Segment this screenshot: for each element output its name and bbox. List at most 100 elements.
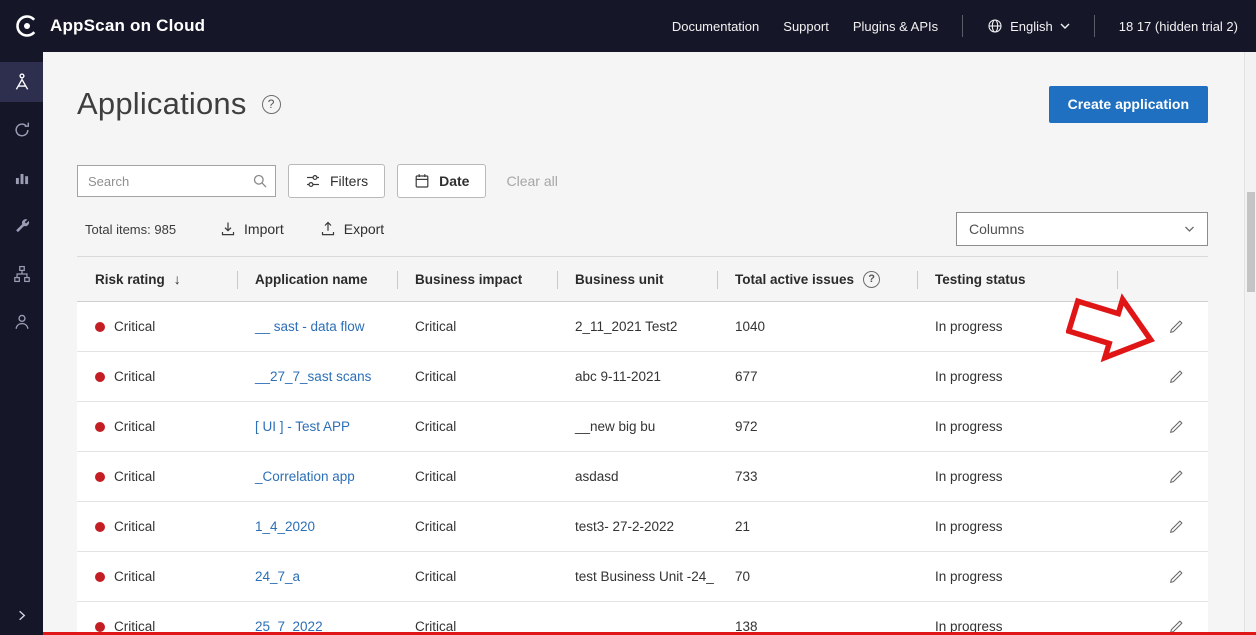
risk-rating-value: Critical <box>114 369 155 384</box>
import-button[interactable]: Import <box>220 221 284 237</box>
column-header-business-unit[interactable]: Business unit <box>557 257 717 301</box>
total-items-label: Total items: 985 <box>85 222 176 237</box>
create-application-button[interactable]: Create application <box>1049 86 1208 123</box>
table-row: Critical 1_4_2020 Critical test3- 27-2-2… <box>77 502 1208 552</box>
sort-desc-icon[interactable]: ↓ <box>174 271 181 287</box>
header-label: Total active issues <box>735 272 854 287</box>
globe-icon <box>987 18 1003 34</box>
list-toolbar: Total items: 985 Import Export Columns <box>43 212 1244 246</box>
chevron-down-icon <box>1060 22 1070 30</box>
sidebar-item-organization[interactable] <box>0 254 43 294</box>
column-header-business-impact[interactable]: Business impact <box>397 257 557 301</box>
filter-toolbar: Filters Date Clear all <box>77 164 558 198</box>
testing-status-value: In progress <box>917 502 1117 551</box>
column-header-application-name[interactable]: Application name <box>237 257 397 301</box>
edit-pencil-icon[interactable] <box>1168 519 1184 535</box>
export-button[interactable]: Export <box>320 221 384 237</box>
critical-dot <box>95 372 105 382</box>
business-impact-value: Critical <box>397 302 557 351</box>
risk-rating-value: Critical <box>114 469 155 484</box>
applications-table: Risk rating ↓ Application name Business … <box>77 256 1208 635</box>
business-impact-value: Critical <box>397 552 557 601</box>
wrench-icon <box>13 217 31 235</box>
table-row: Critical _Correlation app Critical asdas… <box>77 452 1208 502</box>
application-link[interactable]: [ UI ] - Test APP <box>255 419 350 434</box>
help-icon[interactable]: ? <box>863 271 880 288</box>
calendar-icon <box>414 173 430 189</box>
main-content: Applications ? Create application Filter… <box>43 52 1244 635</box>
topbar-link-documentation[interactable]: Documentation <box>672 19 759 34</box>
language-selector[interactable]: English <box>987 18 1070 34</box>
filter-sliders-icon <box>305 173 321 189</box>
edit-pencil-icon[interactable] <box>1168 369 1184 385</box>
header-label: Business unit <box>575 272 664 287</box>
business-unit-value: 2_11_2021 Test2 <box>557 302 717 351</box>
topbar-link-plugins-apis[interactable]: Plugins & APIs <box>853 19 938 34</box>
vertical-scrollbar[interactable] <box>1244 52 1256 635</box>
chevron-right-icon <box>14 608 29 623</box>
help-icon[interactable]: ? <box>262 95 281 114</box>
business-unit-value: test3- 27-2-2022 <box>557 502 717 551</box>
header-label: Testing status <box>935 272 1026 287</box>
sidebar-item-profile[interactable] <box>0 302 43 342</box>
search-box <box>77 165 276 197</box>
edit-pencil-icon[interactable] <box>1168 569 1184 585</box>
application-link[interactable]: __27_7_sast scans <box>255 369 371 384</box>
filters-button[interactable]: Filters <box>288 164 385 198</box>
sidebar-item-applications[interactable] <box>0 62 43 102</box>
column-header-total-active-issues[interactable]: Total active issues ? <box>717 257 917 301</box>
business-unit-value: asdasd <box>557 452 717 501</box>
date-button[interactable]: Date <box>397 164 486 198</box>
testing-status-value: In progress <box>917 402 1117 451</box>
sidebar-item-fix-tools[interactable] <box>0 206 43 246</box>
columns-dropdown[interactable]: Columns <box>956 212 1208 246</box>
business-impact-value: Critical <box>397 402 557 451</box>
columns-label: Columns <box>969 221 1024 237</box>
application-link[interactable]: __ sast - data flow <box>255 319 365 334</box>
brand-title: AppScan on Cloud <box>50 16 205 36</box>
header-label: Business impact <box>415 272 522 287</box>
critical-dot <box>95 422 105 432</box>
risk-rating-value: Critical <box>114 319 155 334</box>
business-unit-value: __new big bu <box>557 402 717 451</box>
total-issues-value: 138 <box>717 602 917 635</box>
topbar-link-support[interactable]: Support <box>783 19 829 34</box>
business-unit-value: abc 9-11-2021 <box>557 352 717 401</box>
sidebar-item-scans[interactable] <box>0 110 43 150</box>
sidebar-expand-button[interactable] <box>0 608 43 623</box>
business-unit-value <box>557 602 717 635</box>
edit-pencil-icon[interactable] <box>1168 469 1184 485</box>
total-issues-value: 21 <box>717 502 917 551</box>
clear-all-button[interactable]: Clear all <box>506 173 557 189</box>
application-link[interactable]: 1_4_2020 <box>255 519 315 534</box>
total-issues-value: 677 <box>717 352 917 401</box>
risk-rating-value: Critical <box>114 419 155 434</box>
page-header: Applications ? Create application <box>77 82 1208 126</box>
edit-pencil-icon[interactable] <box>1168 319 1184 335</box>
import-label: Import <box>244 221 284 237</box>
page-title: Applications <box>77 86 247 122</box>
table-header-row: Risk rating ↓ Application name Business … <box>77 256 1208 302</box>
table-row: Critical [ UI ] - Test APP Critical __ne… <box>77 402 1208 452</box>
edit-pencil-icon[interactable] <box>1168 419 1184 435</box>
application-link[interactable]: 24_7_a <box>255 569 300 584</box>
application-link[interactable]: _Correlation app <box>255 469 355 484</box>
bar-chart-icon <box>13 169 31 187</box>
topbar-separator <box>962 15 963 37</box>
person-icon <box>13 313 31 331</box>
filters-label: Filters <box>330 173 368 189</box>
topbar-nav: Documentation Support Plugins & APIs Eng… <box>672 15 1238 37</box>
scrollbar-thumb[interactable] <box>1247 192 1255 292</box>
search-input[interactable] <box>77 165 276 197</box>
testing-status-value: In progress <box>917 302 1117 351</box>
column-header-risk-rating[interactable]: Risk rating ↓ <box>77 257 237 301</box>
testing-status-value: In progress <box>917 452 1117 501</box>
sidebar-item-reports[interactable] <box>0 158 43 198</box>
column-header-testing-status[interactable]: Testing status <box>917 257 1117 301</box>
scan-refresh-icon <box>13 121 31 139</box>
critical-dot <box>95 622 105 632</box>
business-impact-value: Critical <box>397 352 557 401</box>
account-label[interactable]: 18 17 (hidden trial 2) <box>1119 19 1238 34</box>
table-row: Critical 24_7_a Critical test Business U… <box>77 552 1208 602</box>
header-label: Application name <box>255 272 368 287</box>
